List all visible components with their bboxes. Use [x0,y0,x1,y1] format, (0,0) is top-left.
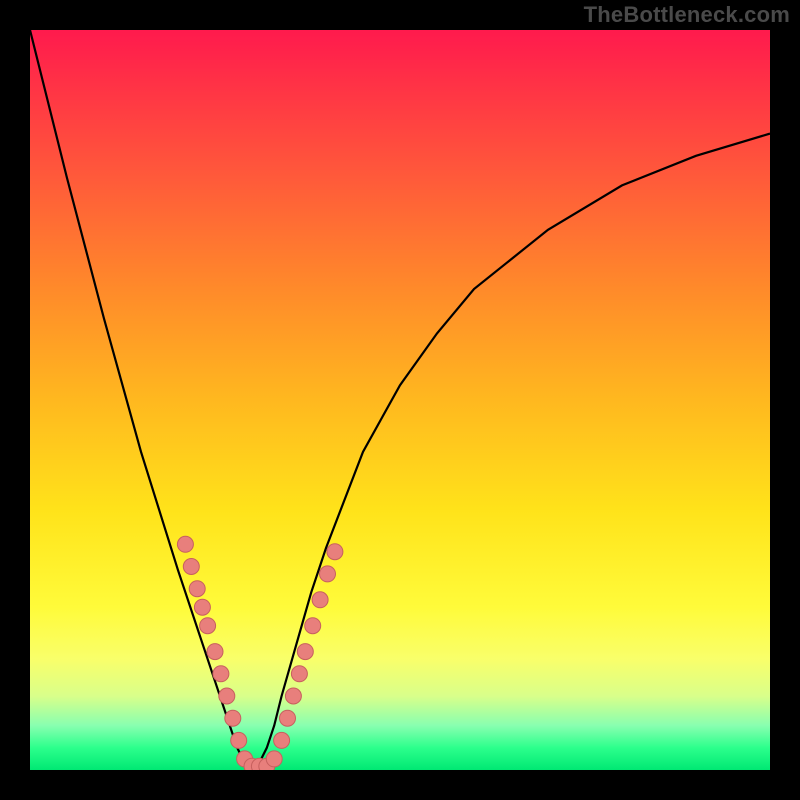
data-point [231,732,247,748]
data-point [183,559,199,575]
data-point [327,544,343,560]
data-point [200,618,216,634]
data-point [305,618,321,634]
data-point [280,710,296,726]
data-point [291,666,307,682]
data-point [189,581,205,597]
data-point [297,644,313,660]
data-point [219,688,235,704]
data-point [225,710,241,726]
data-point [285,688,301,704]
chart-frame: TheBottleneck.com [0,0,800,800]
plot-area [30,30,770,770]
data-point [266,751,282,767]
curve-svg [30,30,770,770]
data-point [274,732,290,748]
watermark-text: TheBottleneck.com [584,2,790,28]
data-point [320,566,336,582]
data-point [177,536,193,552]
bottleneck-curve [30,30,770,770]
data-point [312,592,328,608]
data-point [207,644,223,660]
data-point [213,666,229,682]
data-point [194,599,210,615]
